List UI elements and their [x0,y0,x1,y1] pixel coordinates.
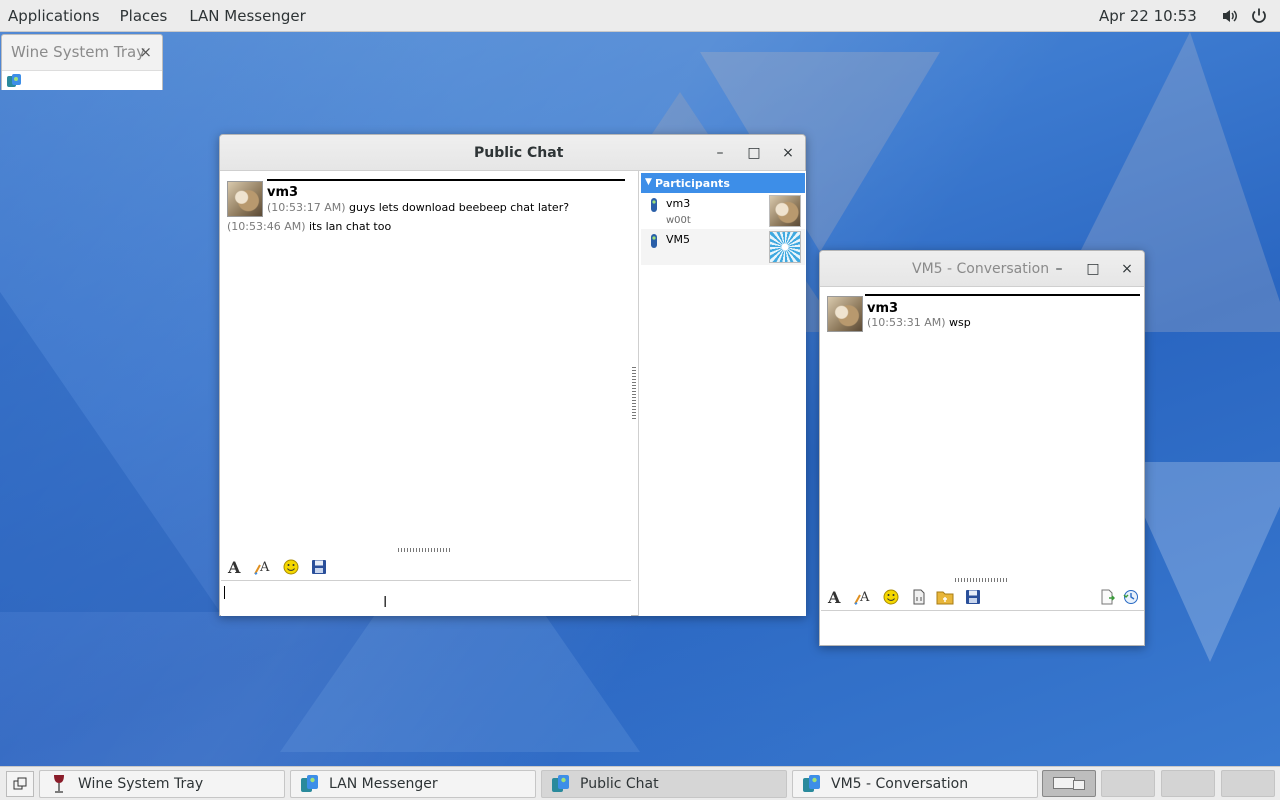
format-toolbar: A A [224,556,336,578]
folder-icon[interactable] [934,586,956,608]
user-status-icon [649,233,659,253]
participant-name: vm3 [666,197,691,210]
workspace-4[interactable] [1221,770,1275,797]
taskbar-item-label: Public Chat [580,776,659,792]
wine-tray-body [2,70,162,90]
taskbar-item-label: LAN Messenger [329,776,438,792]
message-line: (10:53:46 AM) its lan chat too [227,220,391,233]
wine-system-tray-window: Wine System Tray × [1,34,163,90]
user-status-icon [649,197,659,217]
workspace-2[interactable] [1101,770,1155,797]
wine-glass-icon [48,773,70,795]
avatar [227,181,263,217]
vm5-titlebar[interactable]: VM5 - Conversation – □ × [820,251,1144,287]
taskbar-item-lan-messenger[interactable]: LAN Messenger [290,770,536,798]
horizontal-splitter-handle[interactable] [398,548,452,552]
workspace-1[interactable] [1042,770,1096,797]
participant-avatar [769,195,801,227]
text-caret [224,586,225,599]
message-sender: vm3 [867,301,899,316]
taskbar-item-vm5-conversation[interactable]: VM5 - Conversation [792,770,1038,798]
participant-avatar [769,231,801,263]
taskbar-item-public-chat[interactable]: Public Chat [541,770,787,798]
svg-text:A: A [827,588,841,606]
conversation-history[interactable]: vm3 (10:53:31 AM) wsp [821,288,1144,578]
participants-header[interactable]: ▼ Participants [641,173,805,193]
maximize-button[interactable]: □ [1083,259,1103,279]
save-icon[interactable] [308,556,330,578]
lan-messenger-icon [299,773,321,795]
places-menu[interactable]: Places [112,7,176,25]
lan-messenger-icon [801,773,823,795]
mouse-ibeam-cursor: I [383,593,388,611]
participant-name: VM5 [666,233,691,246]
message-input[interactable]: I [221,580,631,616]
message-text: its lan chat too [309,220,392,233]
send-file-icon[interactable] [1096,586,1118,608]
emoticon-icon[interactable] [880,586,902,608]
close-button[interactable]: × [778,143,798,163]
message-text: wsp [949,316,971,329]
participant-status: w00t [666,215,691,226]
top-panel: Applications Places LAN Messenger Apr 22… [0,0,1280,32]
public-chat-window: Public Chat – □ × vm3 (10:53:17 AM) guys… [219,134,806,616]
message-input[interactable] [821,610,1144,645]
vm5-title: VM5 - Conversation [912,261,1050,277]
close-button[interactable]: × [1117,259,1137,279]
lan-messenger-icon [550,773,572,795]
svg-text:A: A [859,590,870,605]
taskbar-item-label: VM5 - Conversation [831,776,969,792]
public-chat-title: Public Chat [474,145,564,161]
message-text: guys lets download beebeep chat later? [349,201,570,214]
participant-item[interactable]: VM5 [641,229,805,265]
message-separator [865,294,1140,296]
maximize-button[interactable]: □ [744,143,764,163]
history-icon[interactable] [1120,586,1142,608]
workspace-3[interactable] [1161,770,1215,797]
svg-text:A: A [227,558,241,576]
clock[interactable]: Apr 22 10:53 [1099,7,1197,25]
message-timestamp: (10:53:31 AM) [867,316,946,329]
font-icon[interactable]: A [224,556,246,578]
bottom-panel: Wine System Tray LAN Messenger Public Ch… [0,766,1280,800]
vm5-conversation-window: VM5 - Conversation – □ × vm3 (10:53:31 A… [819,250,1145,646]
avatar [827,296,863,332]
font-color-icon[interactable]: A [252,556,274,578]
file-icon[interactable] [908,586,930,608]
font-icon[interactable]: A [824,586,846,608]
lan-messenger-tray-icon[interactable] [6,73,22,93]
horizontal-splitter-handle[interactable] [955,578,1009,582]
volume-icon[interactable] [1221,7,1239,25]
format-toolbar: A A [824,586,1142,608]
taskbar-item-label: Wine System Tray [78,776,204,792]
minimize-button[interactable]: – [710,143,730,163]
svg-text:A: A [259,560,270,575]
participants-panel: ▼ Participants vm3 w00t VM5 [638,171,806,616]
wine-tray-close-button[interactable]: × [139,43,152,61]
participants-header-label: Participants [655,176,730,190]
collapse-arrow-icon: ▼ [645,177,652,187]
wine-tray-title: Wine System Tray [11,43,146,61]
message-line: (10:53:17 AM) guys lets download beebeep… [267,201,569,214]
chat-history[interactable]: vm3 (10:53:17 AM) guys lets download bee… [221,172,631,547]
vertical-splitter-handle[interactable] [632,367,636,421]
message-line: (10:53:31 AM) wsp [867,316,971,329]
message-timestamp: (10:53:17 AM) [267,201,346,214]
save-icon[interactable] [962,586,984,608]
message-timestamp: (10:53:46 AM) [227,220,306,233]
applications-menu[interactable]: Applications [0,7,108,25]
power-icon[interactable] [1250,7,1268,25]
emoticon-icon[interactable] [280,556,302,578]
font-color-icon[interactable]: A [852,586,874,608]
lan-messenger-menu[interactable]: LAN Messenger [181,7,313,25]
message-sender: vm3 [267,185,299,200]
show-desktop-button[interactable] [6,771,34,797]
taskbar-item-wine-system-tray[interactable]: Wine System Tray [39,770,285,798]
minimize-button[interactable]: – [1049,259,1069,279]
public-chat-titlebar[interactable]: Public Chat – □ × [220,135,805,171]
message-separator [267,179,625,181]
participant-item[interactable]: vm3 w00t [641,193,805,229]
